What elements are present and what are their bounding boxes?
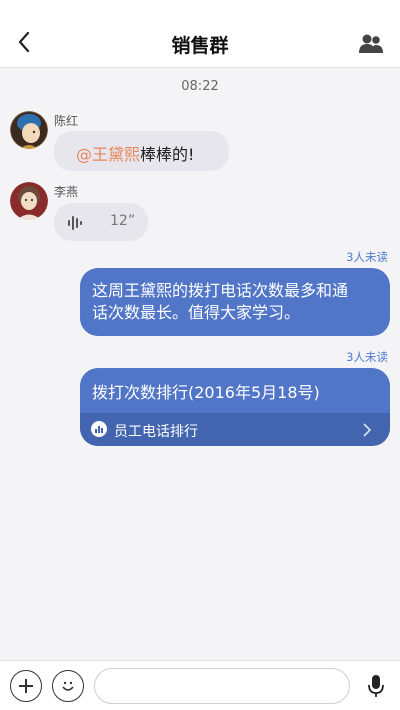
- sender-name: 陈红: [54, 114, 79, 128]
- message-text-line: 话次数最长。值得大家学习。: [92, 303, 301, 322]
- add-button[interactable]: [10, 670, 42, 702]
- card-title: 拨打次数排行(2016年5月18号): [92, 383, 320, 402]
- message-bubble-incoming[interactable]: @王黛熙棒棒的!: [54, 131, 229, 171]
- voice-message-bubble[interactable]: 12”: [54, 203, 148, 241]
- microphone-icon: [368, 675, 384, 697]
- page-title: 销售群: [171, 35, 229, 57]
- mention-link[interactable]: @王黛熙: [76, 145, 140, 164]
- group-members-icon: [359, 34, 383, 53]
- message-timestamp: 08:22: [181, 79, 219, 94]
- message-text: 棒棒的!: [140, 145, 195, 164]
- message-text-line: 这周王黛熙的拨打电话次数最多和通: [92, 281, 349, 300]
- message-input[interactable]: [94, 668, 350, 704]
- plus-icon: [19, 679, 33, 693]
- chevron-right-icon: [363, 423, 372, 437]
- sender-name: 李燕: [54, 185, 79, 199]
- input-bar: [0, 660, 400, 710]
- group-members-button[interactable]: [358, 33, 384, 55]
- read-status[interactable]: 3人未读: [346, 349, 388, 365]
- voice-duration: 12”: [110, 213, 136, 229]
- card-link-label: 员工电话排行: [114, 424, 198, 440]
- emoji-button[interactable]: [52, 670, 84, 702]
- bar-chart-icon: [91, 421, 107, 437]
- voice-wave-icon: [68, 216, 82, 230]
- avatar-chenhong[interactable]: [10, 111, 48, 149]
- read-status[interactable]: 3人未读: [346, 249, 388, 265]
- smiley-icon: [62, 681, 74, 691]
- avatar-liyan[interactable]: [10, 182, 48, 220]
- nav-header: 销售群: [0, 0, 400, 68]
- card-link-row[interactable]: 员工电话排行: [80, 413, 390, 446]
- message-bubble-outgoing[interactable]: 这周王黛熙的拨打电话次数最多和通 话次数最长。值得大家学习。: [80, 268, 390, 336]
- ranking-card[interactable]: 拨打次数排行(2016年5月18号) 员工电话排行: [80, 368, 390, 446]
- voice-record-button[interactable]: [360, 670, 392, 702]
